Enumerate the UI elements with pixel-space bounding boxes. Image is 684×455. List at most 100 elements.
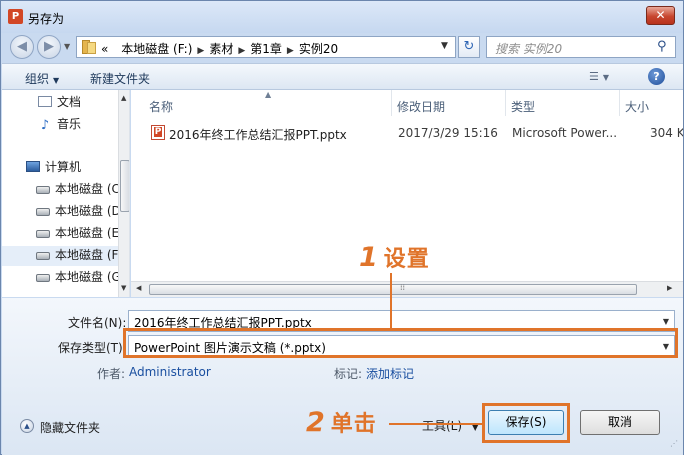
file-type: Microsoft Power... [512, 126, 618, 140]
column-header-name[interactable]: 名称 [149, 98, 173, 115]
command-toolbar: 组织 ▼ 新建文件夹 ☰ ▼ ? [2, 63, 683, 90]
sidebar-item-documents[interactable]: 文档 [2, 93, 118, 113]
search-placeholder: 搜索 实例20 [495, 42, 563, 56]
column-header-type[interactable]: 类型 [511, 98, 535, 115]
navigation-bar: ◀ ▶ ▼ « 本地磁盘 (F:) ▶ 素材 ▶ 第1章 ▶ 实例20 ▼ ↻ 搜索 实例2… [1, 33, 683, 63]
add-tags-link[interactable]: 添加标记 [366, 365, 414, 382]
sidebar-item-music[interactable]: ♪ 音乐 [2, 115, 118, 135]
organize-label: 组织 [25, 72, 50, 86]
refresh-button[interactable]: ↻ [458, 36, 480, 58]
breadcrumb-separator-icon [113, 46, 116, 56]
powerpoint-app-icon: P [8, 9, 23, 24]
drive-icon [36, 208, 50, 216]
new-folder-button[interactable]: 新建文件夹 [90, 70, 150, 87]
sidebar-item-label: 计算机 [45, 160, 82, 174]
title-bar: P 另存为 ✕ [1, 1, 683, 33]
breadcrumb-separator-icon[interactable]: ▶ [238, 46, 245, 56]
change-view-button[interactable]: ☰ ▼ [589, 70, 609, 83]
address-bar[interactable]: « 本地磁盘 (F:) ▶ 素材 ▶ 第1章 ▶ 实例20 ▼ [76, 36, 456, 58]
sort-ascending-icon: ▲ [265, 90, 272, 99]
scroll-left-icon[interactable]: ◀ [136, 284, 141, 292]
scroll-grip-icon: ⁞⁞ [400, 283, 406, 292]
scroll-right-icon[interactable]: ▶ [667, 284, 672, 292]
sidebar-item-drive-f[interactable]: 本地磁盘 (F [2, 246, 118, 266]
cancel-button[interactable]: 取消 [580, 410, 660, 435]
sidebar-item-label: 本地磁盘 (G [55, 270, 121, 284]
scrollbar-thumb[interactable] [120, 160, 129, 212]
file-size: 304 K [650, 126, 683, 140]
pptx-file-icon [151, 125, 165, 140]
tools-menu-button[interactable]: 工具(L) ▼ [422, 417, 478, 434]
music-icon: ♪ [40, 118, 50, 133]
author-value[interactable]: Administrator [129, 365, 211, 379]
address-dropdown-chevron-down-icon[interactable]: ▼ [441, 41, 448, 51]
sidebar-item-drive-d[interactable]: 本地磁盘 (D [2, 202, 121, 222]
sidebar-item-label: 本地磁盘 (F [55, 248, 119, 262]
drive-icon [36, 274, 50, 282]
step2-connector [389, 423, 482, 425]
breadcrumb-overflow[interactable]: « [101, 42, 108, 56]
folder-icon [82, 40, 97, 54]
filename-label: 文件名(N): [68, 316, 127, 330]
chevron-down-icon: ▼ [53, 76, 60, 85]
save-as-dialog: P 另存为 ✕ ◀ ▶ ▼ « 本地磁盘 (F:) ▶ 素材 ▶ 第1章 ▶ 实例20 ▼ … [0, 0, 684, 455]
hide-folders-button[interactable]: 隐藏文件夹 [40, 419, 100, 436]
navigation-pane: 文档 ♪ 音乐 计算机 本地磁盘 (C 本地磁盘 (D 本地磁盘 (E 本地磁盘 … [2, 90, 130, 297]
file-list-horizontal-scrollbar[interactable]: ◀ ⁞⁞ ▶ [131, 281, 683, 297]
sidebar-item-label: 本地磁盘 (E [55, 226, 120, 240]
search-input[interactable]: 搜索 实例20 ⚲ [486, 36, 676, 58]
column-header-size[interactable]: 大小 [625, 98, 649, 115]
breadcrumb-item[interactable]: 第1章 [250, 42, 282, 56]
sidebar-item-computer[interactable]: 计算机 [2, 158, 118, 178]
file-name: 2016年终工作总结汇报PPT.pptx [169, 128, 347, 142]
search-icon[interactable]: ⚲ [657, 39, 667, 54]
view-list-icon: ☰ [589, 70, 599, 83]
back-button[interactable]: ◀ [10, 35, 34, 59]
sidebar-item-label: 音乐 [57, 117, 82, 131]
breadcrumb-item[interactable]: 实例20 [299, 42, 338, 56]
sidebar-item-label: 文档 [57, 95, 82, 109]
tools-label: 工具(L) [422, 419, 463, 433]
step1-callout: 1 设置 [359, 241, 430, 273]
column-header-modified[interactable]: 修改日期 [397, 98, 445, 115]
drive-icon [36, 230, 50, 238]
chevron-down-icon: ▼ [602, 73, 610, 82]
close-button[interactable]: ✕ [646, 6, 675, 25]
drive-icon [36, 186, 50, 194]
step2-number: 2 [306, 407, 326, 438]
recent-locations-chevron-down-icon[interactable]: ▼ [64, 42, 70, 51]
organize-menu-button[interactable]: 组织 ▼ [25, 70, 59, 87]
sidebar-item-drive-e[interactable]: 本地磁盘 (E [2, 224, 120, 244]
breadcrumb-separator-icon[interactable]: ▶ [287, 46, 294, 56]
chevron-down-icon[interactable]: ▼ [663, 317, 669, 326]
navigation-pane-scrollbar[interactable]: ▲ ▼ [118, 90, 129, 297]
sidebar-item-label: 本地磁盘 (D [55, 204, 121, 218]
step2-text: 单击 [330, 412, 377, 437]
step2-callout: 2 单击 [306, 406, 377, 438]
file-modified: 2017/3/29 15:16 [398, 126, 498, 140]
scrollbar-thumb[interactable]: ⁞⁞ [149, 283, 637, 295]
author-label: 作者: [97, 367, 126, 381]
breadcrumb: « 本地磁盘 (F:) ▶ 素材 ▶ 第1章 ▶ 实例20 [101, 40, 338, 57]
scroll-down-icon[interactable]: ▼ [121, 284, 126, 292]
computer-icon [26, 161, 40, 172]
sidebar-item-label: 本地磁盘 (C [55, 182, 120, 196]
step1-connector [390, 273, 392, 328]
sidebar-item-drive-g[interactable]: 本地磁盘 (G [2, 268, 121, 288]
step1-text: 设置 [383, 247, 430, 272]
breadcrumb-separator-icon[interactable]: ▶ [197, 46, 204, 56]
sidebar-item-drive-c[interactable]: 本地磁盘 (C [2, 180, 120, 200]
resize-grip-icon[interactable]: ⋰ [670, 439, 678, 448]
scroll-up-icon[interactable]: ▲ [121, 94, 126, 102]
breadcrumb-item[interactable]: 本地磁盘 (F:) [121, 42, 192, 56]
table-row[interactable]: 2016年终工作总结汇报PPT.pptx 2017/3/29 15:16 Mic… [143, 122, 683, 144]
breadcrumb-item[interactable]: 素材 [209, 42, 233, 56]
forward-button[interactable]: ▶ [37, 35, 61, 59]
help-button[interactable]: ? [648, 68, 665, 85]
document-icon [38, 96, 52, 107]
step1-number: 1 [359, 242, 379, 273]
drive-icon [36, 252, 50, 260]
tags-label: 标记: [334, 367, 363, 381]
dialog-title: 另存为 [28, 12, 65, 26]
chevron-up-icon[interactable]: ▲ [20, 419, 34, 433]
